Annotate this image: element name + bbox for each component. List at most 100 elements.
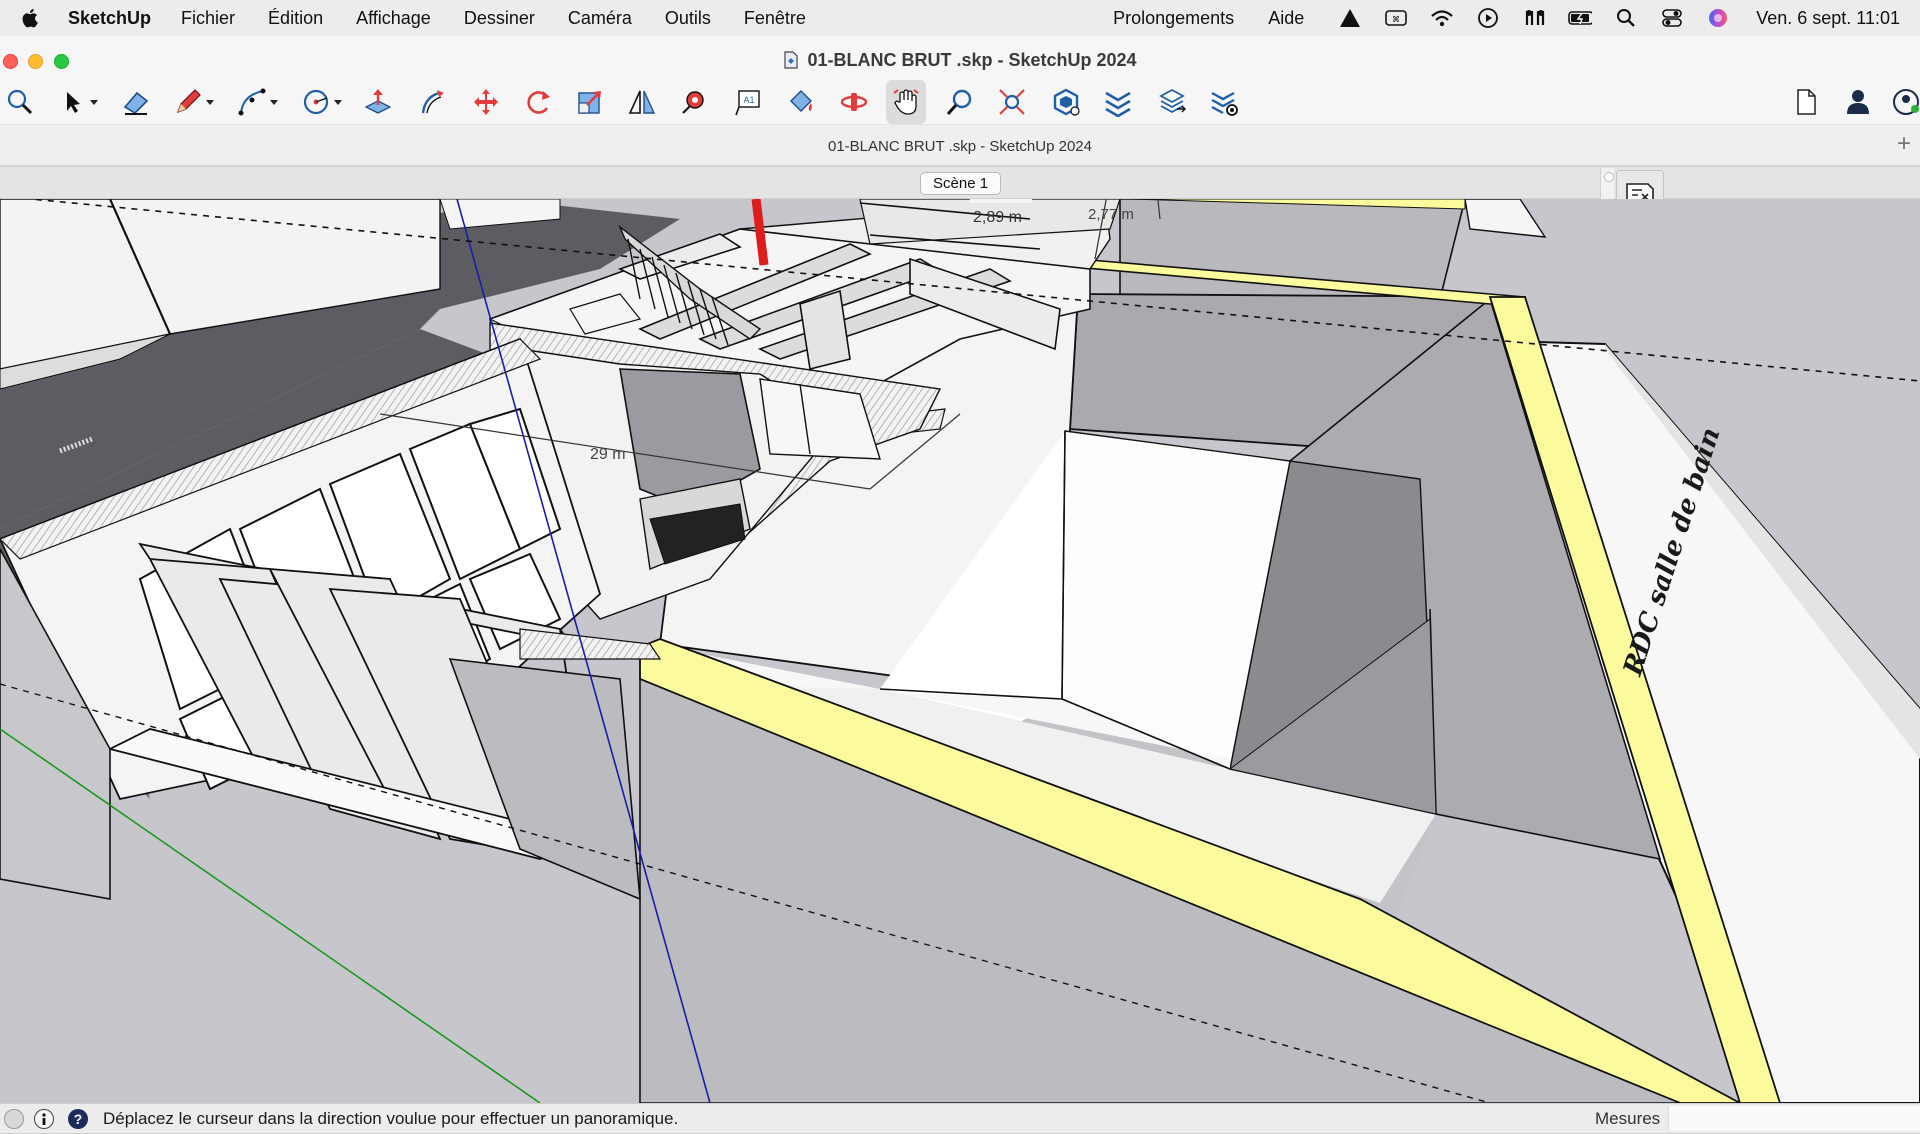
- svg-text:⌘: ⌘: [1392, 15, 1400, 24]
- layer-settings-icon: [1211, 91, 1238, 116]
- components-icon: [1053, 88, 1080, 116]
- scene-tab-1[interactable]: Scène 1: [920, 172, 1002, 195]
- flip-icon: [628, 90, 656, 114]
- follow-me-icon: [421, 90, 444, 114]
- account-icon: [1893, 89, 1919, 115]
- account-button[interactable]: [1886, 80, 1920, 124]
- status-bar: ? Déplacez le curseur dans la direction …: [0, 1103, 1920, 1133]
- select-tool[interactable]: [52, 80, 98, 124]
- tape-icon: [682, 91, 704, 114]
- model-canvas[interactable]: 2,89 m 2,77 m 29 m RDC salle de bain: [0, 199, 1920, 1103]
- window-title-text: 01-BLANC BRUT .skp - SketchUp 2024: [807, 50, 1137, 70]
- layers-icon: [1159, 88, 1186, 114]
- tags-tool[interactable]: [1098, 80, 1138, 124]
- arrow-icon: [67, 92, 80, 113]
- dimension-label-277: 2,77 m: [1088, 206, 1134, 223]
- menu-aide[interactable]: Aide: [1268, 8, 1304, 29]
- zoom-extents-tool[interactable]: [992, 80, 1032, 124]
- text-tool[interactable]: A1: [728, 80, 768, 124]
- scale-tool[interactable]: [570, 80, 610, 124]
- zoom-tool[interactable]: [940, 80, 980, 124]
- document-tab-bar: 01-BLANC BRUT .skp - SketchUp 2024 +: [0, 124, 1920, 166]
- user-icon: [1847, 90, 1869, 114]
- help-icon[interactable]: ?: [68, 1109, 88, 1129]
- chevron-down-icon[interactable]: [206, 98, 214, 106]
- orbit-tool[interactable]: [834, 80, 874, 124]
- tray-pin-icon[interactable]: [1604, 172, 1614, 182]
- window-title-bar: 01-BLANC BRUT .skp - SketchUp 2024: [0, 36, 1920, 86]
- arc-icon: [238, 88, 266, 116]
- menu-bar: SketchUp Fichier Édition Affichage Dessi…: [0, 0, 1920, 36]
- menu-fenetre[interactable]: Fenêtre: [744, 8, 806, 29]
- search-tool[interactable]: [0, 80, 40, 124]
- chevron-down-icon[interactable]: [334, 98, 342, 106]
- svg-text:A1: A1: [743, 95, 754, 105]
- menu-affichage[interactable]: Affichage: [356, 8, 431, 29]
- user-button[interactable]: [1838, 80, 1878, 124]
- svg-text:?: ?: [74, 1111, 83, 1127]
- layer-settings-tool[interactable]: [1204, 80, 1244, 124]
- keyboard-viewer-icon[interactable]: ⌘: [1384, 8, 1408, 28]
- apple-icon[interactable]: [20, 7, 46, 29]
- measures-label: Mesures: [1595, 1109, 1661, 1128]
- zoom-extents-icon: [999, 89, 1025, 115]
- push-pull-icon: [364, 89, 392, 114]
- document-tab[interactable]: 01-BLANC BRUT .skp - SketchUp 2024: [0, 138, 1920, 155]
- components-tool[interactable]: [1046, 80, 1086, 124]
- text-icon: A1: [735, 90, 760, 116]
- tags-icon: [1105, 91, 1131, 117]
- airpods-icon[interactable]: [1522, 8, 1546, 28]
- siri-icon[interactable]: [1706, 8, 1730, 28]
- new-document-button[interactable]: [1786, 80, 1826, 124]
- measures-input[interactable]: [1668, 1106, 1920, 1131]
- pencil-tool[interactable]: [168, 80, 214, 124]
- rotate-icon: [527, 91, 550, 114]
- sketchup-document-icon: [783, 51, 799, 69]
- wifi-icon[interactable]: [1430, 8, 1454, 28]
- menu-camera[interactable]: Caméra: [568, 8, 632, 29]
- tape-measure-tool[interactable]: [674, 80, 714, 124]
- scale-icon: [578, 91, 601, 114]
- chevron-down-icon[interactable]: [270, 98, 278, 106]
- svg-text:2,89 m: 2,89 m: [973, 209, 1022, 226]
- menubar-clock[interactable]: Ven. 6 sept. 11:01: [1756, 8, 1900, 29]
- push-pull-tool[interactable]: [358, 80, 398, 124]
- add-tab-button[interactable]: +: [1892, 132, 1916, 157]
- circle-tool[interactable]: [296, 80, 342, 124]
- layers-tool[interactable]: [1152, 80, 1192, 124]
- spotlight-icon[interactable]: [1614, 8, 1638, 28]
- credits-info-icon[interactable]: [34, 1109, 54, 1129]
- adobe-icon[interactable]: [1338, 8, 1362, 28]
- chevron-down-icon[interactable]: [90, 98, 98, 106]
- play-icon[interactable]: [1476, 8, 1500, 28]
- magnifier-icon: [7, 89, 33, 115]
- follow-me-tool[interactable]: [412, 80, 452, 124]
- menu-dessiner[interactable]: Dessiner: [464, 8, 535, 29]
- paint-bucket-tool[interactable]: [780, 80, 820, 124]
- pencil-icon: [176, 89, 201, 114]
- flip-tool[interactable]: [622, 80, 662, 124]
- dimension-label-29: 29 m: [590, 446, 626, 463]
- pan-tool[interactable]: [886, 80, 926, 124]
- eraser-tool[interactable]: [116, 80, 156, 124]
- model-viewport[interactable]: 2,89 m 2,77 m 29 m RDC salle de bain: [0, 199, 1920, 1103]
- new-document-icon: [1797, 89, 1816, 115]
- arc-tool[interactable]: [232, 80, 278, 124]
- hand-icon: [893, 89, 919, 115]
- menu-prolongements[interactable]: Prolongements: [1113, 8, 1234, 29]
- battery-icon[interactable]: [1568, 8, 1593, 28]
- eraser-icon: [123, 91, 149, 115]
- menu-fichier[interactable]: Fichier: [181, 8, 235, 29]
- paint-bucket-icon: [790, 90, 812, 112]
- menu-edition[interactable]: Édition: [268, 8, 323, 29]
- rotate-tool[interactable]: [518, 80, 558, 124]
- zoom-icon: [946, 89, 972, 115]
- menu-outils[interactable]: Outils: [665, 8, 711, 29]
- geo-location-icon[interactable]: [4, 1109, 24, 1129]
- control-center-icon[interactable]: [1660, 8, 1684, 28]
- move-tool[interactable]: [466, 80, 506, 124]
- menu-app-sketchup[interactable]: SketchUp: [68, 8, 151, 29]
- status-message: Déplacez le curseur dans la direction vo…: [103, 1109, 679, 1128]
- orbit-icon: [840, 93, 868, 111]
- main-toolbar: A1: [0, 80, 1920, 124]
